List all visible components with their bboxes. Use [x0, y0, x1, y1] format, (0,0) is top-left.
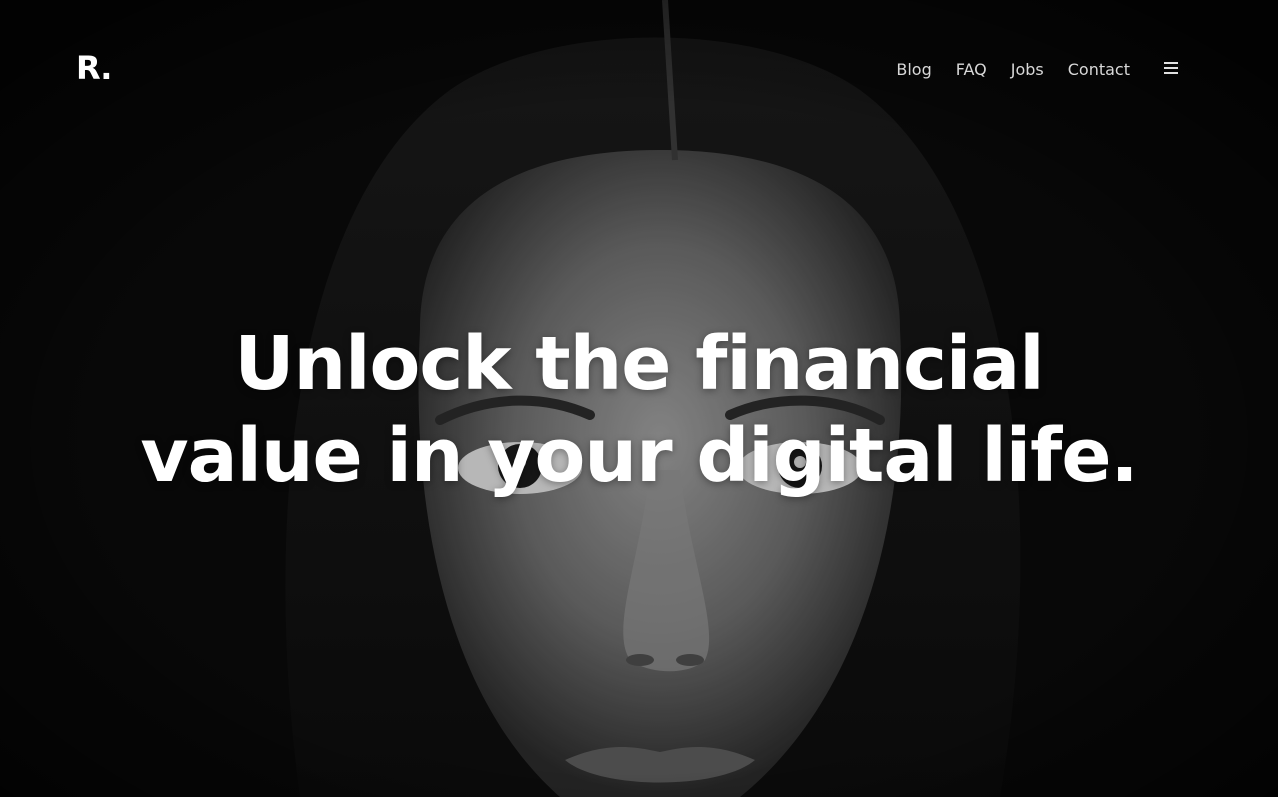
site-header: R. Blog FAQ Jobs Contact	[0, 0, 1278, 140]
hero-section: R. Blog FAQ Jobs Contact Unlock the fina…	[0, 0, 1278, 797]
menu-bar-bottom	[1164, 72, 1178, 74]
nav-link-blog[interactable]: Blog	[896, 58, 931, 82]
menu-bar-middle	[1164, 67, 1178, 69]
hamburger-menu-icon[interactable]	[1164, 62, 1180, 78]
hero-headline-line-1: Unlock the financial	[234, 320, 1044, 407]
brand-logo[interactable]: R.	[76, 48, 112, 88]
nav-link-jobs[interactable]: Jobs	[1011, 58, 1044, 82]
nav-link-faq[interactable]: FAQ	[956, 58, 987, 82]
hero-headline-line-2: value in your digital life.	[140, 412, 1138, 499]
main-nav: Blog FAQ Jobs Contact	[896, 58, 1130, 82]
hero-headline: Unlock the financial value in your digit…	[0, 318, 1278, 502]
menu-bar-top	[1164, 62, 1178, 64]
nav-link-contact[interactable]: Contact	[1068, 58, 1130, 82]
